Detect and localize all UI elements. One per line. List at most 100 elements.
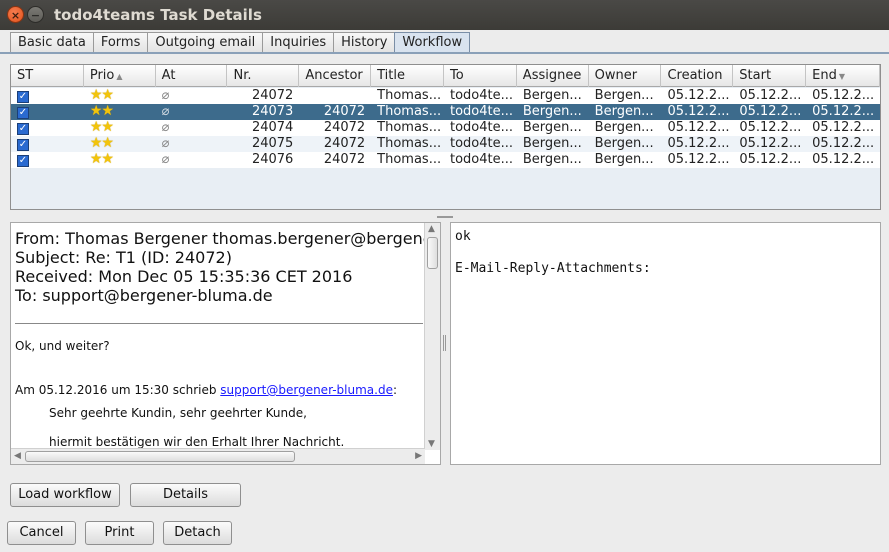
mail-vertical-scrollbar[interactable]: ▲ ▼ [424,223,440,450]
cell-attachment: ⌀ [156,152,228,168]
scroll-left-icon[interactable]: ◀ [14,451,21,461]
mail-vscroll-thumb[interactable] [427,237,438,269]
reply-text-area[interactable]: ok E-Mail-Reply-Attachments: [450,222,881,465]
cell-title: Thomas... [377,136,442,151]
table-row[interactable]: ✓ ★★ ⌀ 24073 24072 Thomas... todo4te... Bergen.… [11,104,880,120]
cell-end: 05.12.2... [812,88,875,103]
cell-end: 05.12.2... [812,120,875,135]
mail-hscroll-thumb[interactable] [25,451,295,462]
status-checkbox[interactable]: ✓ [17,107,29,119]
priority-stars-icon: ★★ [89,120,114,135]
cell-creation: 05.12.2... [667,136,730,151]
cell-owner: Bergen... [594,136,654,151]
mail-body-line: Ok, und weiter? [15,339,110,353]
paperclip-icon[interactable]: ⌀ [162,136,170,151]
horizontal-splitter[interactable] [0,214,889,220]
tab-forms[interactable]: Forms [92,32,149,53]
cell-ancestor: 24072 [323,136,366,151]
status-checkbox[interactable]: ✓ [17,155,29,167]
col-header-title[interactable]: Title [371,65,444,87]
priority-stars-icon: ★★ [89,104,114,119]
mail-from: From: Thomas Bergener thomas.bergener@be… [15,229,425,248]
paperclip-icon[interactable]: ⌀ [162,120,170,135]
cell-nr: 24075 [251,136,294,151]
tab-inquiries[interactable]: Inquiries [262,32,335,53]
cell-priority: ★★ [84,120,156,136]
cell-assignee: Bergen... [522,104,582,119]
cell-start: 05.12.2... [739,104,802,119]
table-row[interactable]: ✓ ★★ ⌀ 24074 24072 Thomas... todo4te... Bergen.… [11,120,880,136]
cell-to: todo4te... [450,136,514,151]
paperclip-icon[interactable]: ⌀ [162,88,170,103]
col-header-nr[interactable]: Nr. [227,65,300,87]
quote-suffix: : [392,383,398,397]
mail-content: From: Thomas Bergener thomas.bergener@be… [11,223,425,450]
cell-assignee: Bergen... [522,152,582,167]
cell-owner: Bergen... [594,88,654,103]
cell-creation: 05.12.2... [667,104,730,119]
cell-ancestor: 24072 [323,120,366,135]
paperclip-icon[interactable]: ⌀ [162,152,170,167]
splitter-grip-icon[interactable] [437,216,453,218]
cell-owner: Bergen... [594,120,654,135]
cell-nr: 24073 [251,104,294,119]
status-checkbox[interactable]: ✓ [17,139,29,151]
quote-line: Sehr geehrte Kundin, sehr geehrter Kunde… [49,406,307,420]
detach-button[interactable]: Detach [163,521,232,545]
table-row[interactable]: ✓ ★★ ⌀ 24076 24072 Thomas... todo4te... Bergen.… [11,152,880,168]
cell-end: 05.12.2... [812,152,875,167]
cell-attachment: ⌀ [156,104,228,120]
tab-basic-data[interactable]: Basic data [10,32,94,53]
cell-creation: 05.12.2... [667,152,730,167]
workflow-table: ST Prio ▲ At Nr. Ancestor Title To Assign… [10,64,881,210]
cell-start: 05.12.2... [739,88,802,103]
cell-priority: ★★ [84,88,156,104]
col-header-st[interactable]: ST [11,65,84,87]
cell-assignee: Bergen... [522,136,582,151]
minimize-window-button[interactable]: − [27,6,44,23]
col-header-ancestor[interactable]: Ancestor [299,65,372,87]
print-button[interactable]: Print [85,521,154,545]
mail-divider [15,323,423,324]
cancel-button[interactable]: Cancel [7,521,76,545]
col-header-start[interactable]: Start [733,65,807,87]
tab-workflow[interactable]: Workflow [394,32,471,53]
col-header-end[interactable]: End ▼ [806,65,880,87]
cell-start: 05.12.2... [739,152,802,167]
col-header-at[interactable]: At [156,65,228,87]
col-header-owner[interactable]: Owner [589,65,662,87]
scroll-down-icon[interactable]: ▼ [428,439,435,449]
status-checkbox[interactable]: ✓ [17,91,29,103]
cell-title: Thomas... [377,88,442,103]
load-workflow-button[interactable]: Load workflow [10,483,120,507]
vertical-splitter-grip-icon[interactable] [443,335,446,351]
mail-quote-header: Am 05.12.2016 um 15:30 schrieb support@b… [15,383,397,397]
table-row[interactable]: ✓ ★★ ⌀ 24075 24072 Thomas... todo4te... Bergen.… [11,136,880,152]
col-header-prio[interactable]: Prio ▲ [84,65,156,87]
sort-desc-icon: ▼ [838,72,845,81]
details-button[interactable]: Details [130,483,241,507]
col-header-creation[interactable]: Creation [661,65,734,87]
cell-priority: ★★ [84,152,156,168]
priority-stars-icon: ★★ [89,152,114,167]
cell-title: Thomas... [377,104,442,119]
scroll-up-icon[interactable]: ▲ [428,224,435,234]
col-header-assignee[interactable]: Assignee [517,65,589,87]
cell-owner: Bergen... [594,104,654,119]
mail-horizontal-scrollbar[interactable]: ◀ ▶ [11,448,425,464]
status-checkbox[interactable]: ✓ [17,123,29,135]
scroll-right-icon[interactable]: ▶ [415,451,422,461]
col-header-to[interactable]: To [444,65,517,87]
reply-attachments-label: E-Mail-Reply-Attachments: [455,261,651,276]
mail-to: To: support@bergener-bluma.de [15,286,273,305]
quote-email-link[interactable]: support@bergener-bluma.de [220,383,393,397]
priority-stars-icon: ★★ [89,136,114,151]
quote-prefix: Am 05.12.2016 um 15:30 schrieb [15,383,221,397]
mail-received: Received: Mon Dec 05 15:35:36 CET 2016 [15,267,353,286]
tab-outgoing-email[interactable]: Outgoing email [147,32,264,53]
paperclip-icon[interactable]: ⌀ [162,104,170,119]
close-window-button[interactable]: × [7,6,24,23]
mail-subject: Subject: Re: T1 (ID: 24072) [15,248,232,267]
table-row[interactable]: ✓ ★★ ⌀ 24072 Thomas... todo4te... Bergen... Ber… [11,88,880,104]
tab-history[interactable]: History [333,32,396,53]
